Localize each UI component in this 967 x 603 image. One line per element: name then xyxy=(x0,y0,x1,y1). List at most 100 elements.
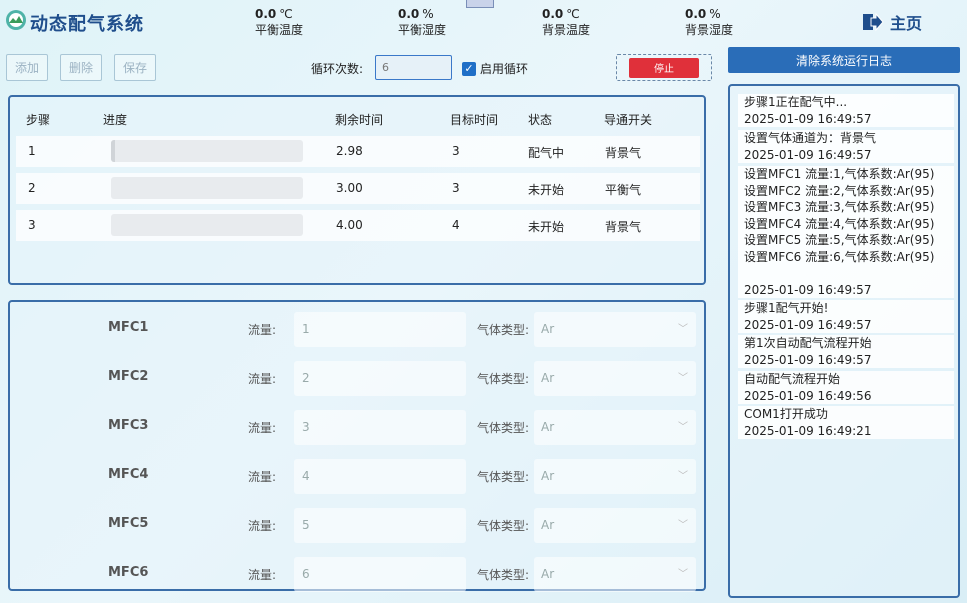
gas-type-label: 气体类型: xyxy=(477,470,530,484)
enable-loop-label: 启用循环 xyxy=(480,62,529,76)
gas-type-select[interactable]: Ar ﹀ xyxy=(534,410,696,445)
log-line: 步骤1配气开始! xyxy=(744,301,829,315)
gas-type-label: 气体类型: xyxy=(477,372,530,386)
clear-log-button[interactable]: 清除系统运行日志 xyxy=(728,47,960,73)
gas-type-label: 气体类型: xyxy=(477,323,530,337)
gas-type-value: Ar xyxy=(541,322,555,336)
log-line: 2025-01-09 16:49:57 xyxy=(744,147,872,162)
steps-table: 步骤 进度 剩余时间 目标时间 状态 导通开关 1 2.98 3 配气中 背景气… xyxy=(8,95,706,285)
loop-count-input[interactable]: 6 xyxy=(375,55,452,80)
metric-value: 0.0 xyxy=(255,7,277,21)
log-line: 设置MFC3 流量:3,气体系数:Ar(95) xyxy=(744,200,935,214)
log-line: 设置MFC1 流量:1,气体系数:Ar(95) xyxy=(744,167,935,181)
flow-input[interactable]: 1 xyxy=(294,312,466,347)
mfc-row: MFC3 流量: 3 气体类型: Ar ﹀ xyxy=(10,408,704,445)
delete-button[interactable]: 删除 xyxy=(60,54,102,81)
log-line: 2025-01-09 16:49:57 xyxy=(744,111,872,126)
progress-bar xyxy=(111,177,303,199)
chevron-down-icon: ﹀ xyxy=(678,569,688,580)
flow-input[interactable]: 5 xyxy=(294,508,466,543)
log-entry: 设置气体通道为：背景气 2025-01-09 16:49:57 xyxy=(738,130,954,163)
home-label: 主页 xyxy=(890,14,923,33)
log-entry: 第1次自动配气流程开始 2025-01-09 16:49:57 xyxy=(738,335,954,368)
table-row[interactable]: 3 4.00 4 未开始 背景气 xyxy=(16,210,700,241)
gas-type-select[interactable]: Ar ﹀ xyxy=(534,508,696,543)
save-button[interactable]: 保存 xyxy=(114,54,156,81)
column-header: 步骤 xyxy=(26,113,51,127)
log-line: 设置MFC5 流量:5,气体系数:Ar(95) xyxy=(744,233,935,247)
stop-button-frame: 停止 xyxy=(616,54,712,81)
target-time: 4 xyxy=(452,218,460,232)
mfc-name: MFC5 xyxy=(108,516,149,531)
flow-input[interactable]: 6 xyxy=(294,557,466,592)
add-button[interactable]: 添加 xyxy=(6,54,48,81)
chevron-down-icon: ﹀ xyxy=(678,520,688,531)
mfc-row: MFC6 流量: 6 气体类型: Ar ﹀ xyxy=(10,555,704,592)
progress-bar xyxy=(111,214,303,236)
gas-type-value: Ar xyxy=(541,518,555,532)
metric-unit: % xyxy=(709,7,721,21)
log-line: 设置MFC6 流量:6,气体系数:Ar(95) xyxy=(744,249,935,264)
log-line: 设置MFC4 流量:4,气体系数:Ar(95) xyxy=(744,216,935,231)
enable-loop-checkbox[interactable]: ✓ 启用循环 xyxy=(462,60,528,77)
metric-balance-temperature: 0.0 ℃ 平衡温度 xyxy=(255,6,303,38)
mfc-settings-panel: MFC1 流量: 1 气体类型: Ar ﹀ MFC2 流量: 2 气体类型: Ar… xyxy=(8,300,706,592)
metric-label: 背景湿度 xyxy=(685,23,734,37)
step-number: 3 xyxy=(28,218,36,232)
log-line: 2025-01-09 16:49:57 xyxy=(744,317,872,332)
gas-type-value: Ar xyxy=(541,567,555,581)
mfc-name: MFC6 xyxy=(108,565,149,580)
log-line: 2025-01-09 16:49:57 xyxy=(744,352,872,367)
metric-balance-humidity: 0.0% 平衡湿度 xyxy=(398,6,446,38)
metric-background-temperature: 0.0 ℃ 背景温度 xyxy=(542,6,590,38)
mfc-name: MFC3 xyxy=(108,418,149,433)
log-line: 2025-01-09 16:49:57 xyxy=(744,282,872,297)
metric-label: 背景温度 xyxy=(542,23,591,37)
gas-type-select[interactable]: Ar ﹀ xyxy=(534,557,696,592)
log-entry: COM1打开成功 2025-01-09 16:49:21 xyxy=(738,406,954,439)
log-entry: 步骤1正在配气中... 2025-01-09 16:49:57 xyxy=(738,94,954,127)
system-log-panel[interactable]: 步骤1正在配气中... 2025-01-09 16:49:57 设置气体通道为：… xyxy=(728,84,960,598)
metric-value: 0.0 xyxy=(685,7,707,21)
flow-label: 流量: xyxy=(248,470,277,484)
log-entry: 设置MFC1 流量:1,气体系数:Ar(95) 设置MFC2 流量:2,气体系数… xyxy=(738,166,954,298)
stop-button[interactable]: 停止 xyxy=(629,57,699,78)
log-line: COM1打开成功 xyxy=(744,407,828,421)
log-line: 设置MFC2 流量:2,气体系数:Ar(95) xyxy=(744,183,935,198)
column-header: 剩余时间 xyxy=(335,113,384,127)
flow-input[interactable]: 3 xyxy=(294,410,466,445)
flow-label: 流量: xyxy=(248,519,277,533)
gas-type-select[interactable]: Ar ﹀ xyxy=(534,312,696,347)
loop-count-label: 循环次数: xyxy=(311,62,364,76)
mfc-name: MFC2 xyxy=(108,369,149,384)
log-line: 第1次自动配气流程开始 xyxy=(744,336,872,350)
gas-type-select[interactable]: Ar ﹀ xyxy=(534,361,696,396)
flow-input[interactable]: 2 xyxy=(294,361,466,396)
window-drag-handle[interactable] xyxy=(466,0,494,8)
column-header: 状态 xyxy=(528,113,553,127)
metric-label: 平衡湿度 xyxy=(398,23,447,37)
remaining-time: 4.00 xyxy=(336,218,363,232)
step-status: 未开始 xyxy=(528,220,565,234)
chevron-down-icon: ﹀ xyxy=(678,471,688,482)
chevron-down-icon: ﹀ xyxy=(678,324,688,335)
table-row[interactable]: 2 3.00 3 未开始 平衡气 xyxy=(16,173,700,204)
log-entry: 步骤1配气开始! 2025-01-09 16:49:57 xyxy=(738,300,954,333)
gas-type-value: Ar xyxy=(541,420,555,434)
flow-label: 流量: xyxy=(248,568,277,582)
log-entry: 自动配气流程开始 2025-01-09 16:49:56 xyxy=(738,371,954,404)
switch-gas: 背景气 xyxy=(605,146,642,160)
gas-type-label: 气体类型: xyxy=(477,568,530,582)
table-row[interactable]: 1 2.98 3 配气中 背景气 xyxy=(16,136,700,167)
home-button[interactable]: 主页 xyxy=(862,10,922,34)
gas-type-label: 气体类型: xyxy=(477,421,530,435)
remaining-time: 2.98 xyxy=(336,144,363,158)
flow-input[interactable]: 4 xyxy=(294,459,466,494)
column-header: 进度 xyxy=(103,113,128,127)
mfc-name: MFC4 xyxy=(108,467,149,482)
gas-type-select[interactable]: Ar ﹀ xyxy=(534,459,696,494)
progress-fill xyxy=(111,140,115,162)
log-line: 2025-01-09 16:49:21 xyxy=(744,423,872,438)
step-number: 1 xyxy=(28,144,36,158)
